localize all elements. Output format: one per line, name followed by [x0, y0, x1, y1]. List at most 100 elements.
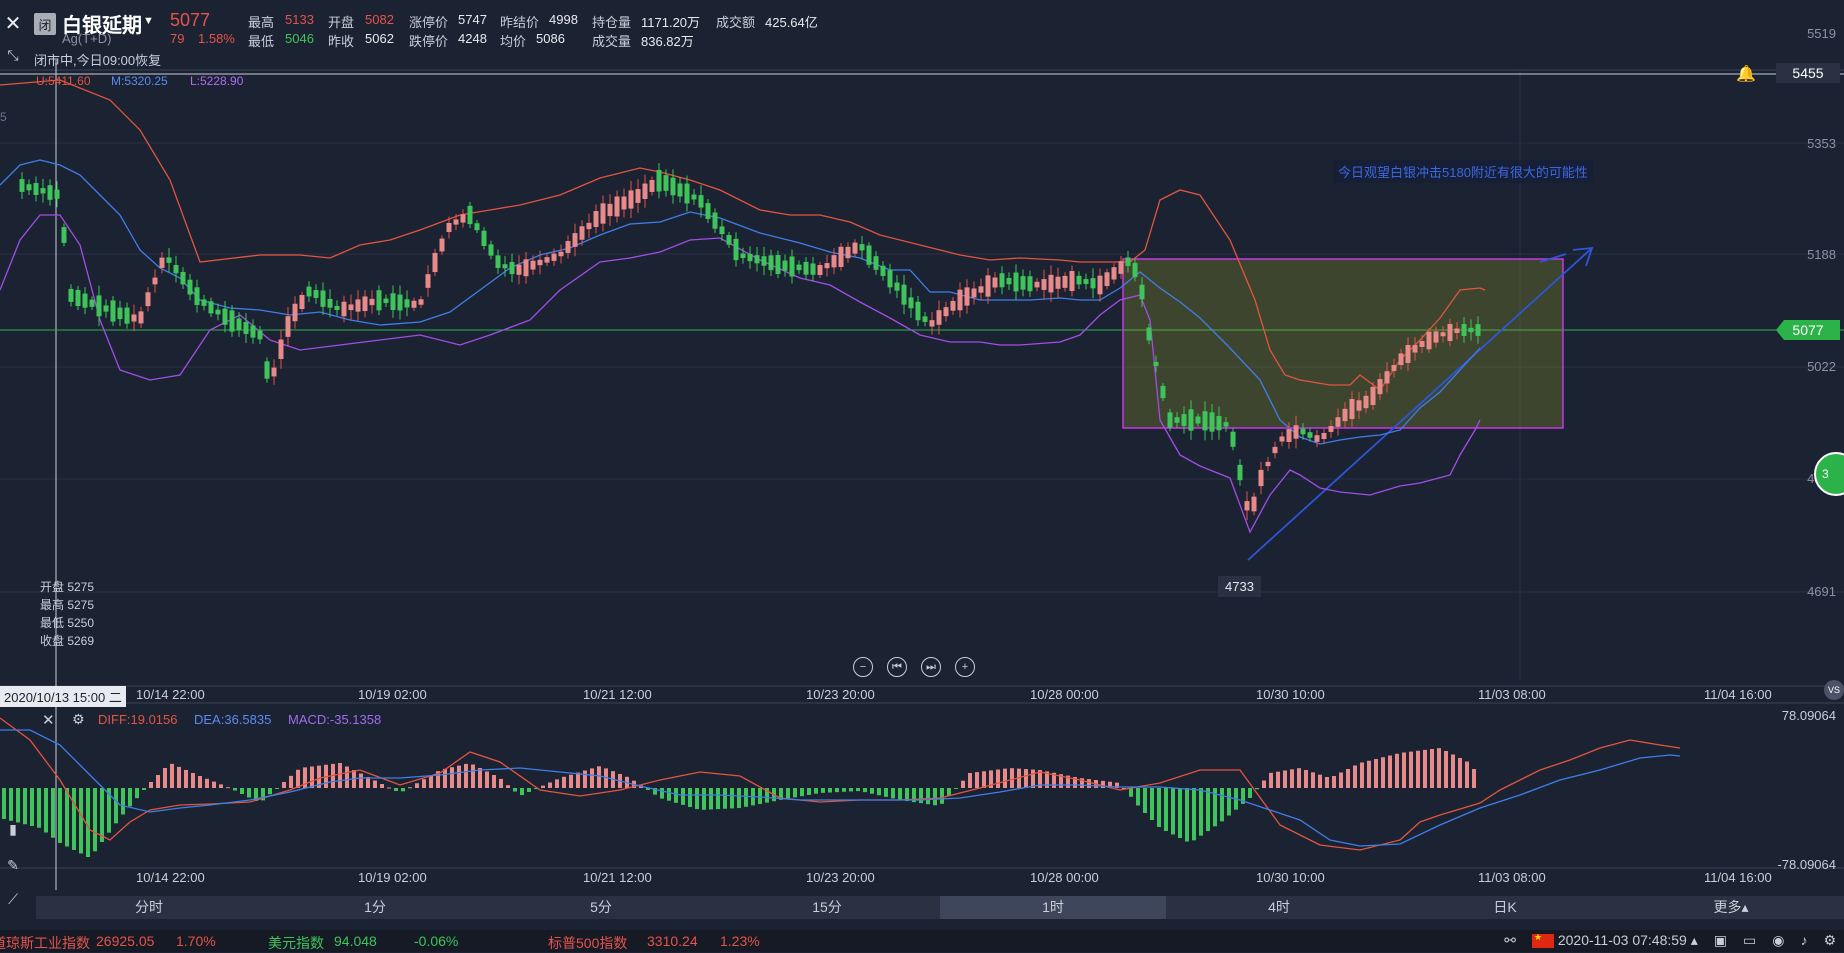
candle-type-icon[interactable]: ▮ — [2, 818, 24, 840]
candle-body — [719, 226, 725, 235]
network-icon[interactable]: ⚯ — [1504, 932, 1516, 949]
macd-bar — [660, 788, 664, 799]
candle-body — [1419, 341, 1425, 347]
candle-body — [187, 279, 193, 295]
jump-end-icon[interactable]: ⏭ — [921, 657, 941, 677]
compare-badge[interactable]: VS — [1824, 680, 1844, 700]
candle-body — [460, 214, 466, 223]
ticker-usd-name[interactable]: 美元指数 — [268, 933, 324, 953]
macd-bar — [1409, 751, 1413, 788]
macd-bar — [268, 788, 272, 795]
candle-body — [166, 257, 172, 263]
candle-body — [327, 298, 333, 308]
macd-bar — [1318, 774, 1322, 788]
macd-bar — [702, 788, 706, 810]
candle-body — [1349, 398, 1355, 420]
camera-icon[interactable]: ◉ — [1772, 932, 1784, 949]
mute-icon[interactable]: ♪ — [1800, 932, 1807, 949]
zoom-in-icon[interactable]: + — [955, 657, 975, 677]
x-axis-label: 10/21 12:00 — [583, 687, 652, 702]
pencil-icon[interactable]: ✎ — [2, 854, 24, 876]
layout-icon[interactable]: ▭ — [1743, 932, 1756, 949]
price-axis-label: 5188 — [1807, 247, 1836, 262]
candle-body — [1251, 496, 1257, 512]
candle-body — [334, 305, 340, 311]
macd-bar — [219, 784, 223, 788]
macd-bar — [1136, 788, 1140, 806]
macd-bar — [100, 788, 104, 842]
close-icon[interactable]: ✕ — [0, 10, 26, 36]
candle-body — [173, 264, 179, 274]
macd-bar — [877, 788, 881, 796]
tab-timeframe-more[interactable]: 更多▴ — [1618, 896, 1844, 919]
tab-timeframe-4h[interactable]: 4时 — [1166, 896, 1392, 919]
candle-body — [341, 301, 347, 317]
candle-body — [670, 177, 676, 196]
avg-value: 5086 — [536, 31, 565, 46]
tab-timeframe-tick[interactable]: 分时 — [36, 896, 262, 919]
fullscreen-icon[interactable]: ⤡ — [0, 44, 26, 66]
chart-annotation[interactable]: 今日观望白银冲击5180附近有很大的可能性 — [1333, 160, 1593, 183]
tab-timeframe-15m[interactable]: 15分 — [714, 896, 940, 919]
candle-body — [1146, 327, 1152, 341]
candle-body — [1300, 428, 1306, 435]
tab-timeframe-1h[interactable]: 1时 — [940, 896, 1166, 919]
macd-bar — [1451, 754, 1455, 788]
ticker-spx-name[interactable]: 标普500指数 — [548, 933, 627, 953]
candle-body — [1342, 408, 1348, 422]
tab-timeframe-1m[interactable]: 1分 — [262, 896, 488, 919]
candle-body — [789, 256, 795, 277]
candle-body — [642, 183, 648, 199]
candle-body — [439, 238, 445, 252]
tab-timeframe-daily[interactable]: 日K — [1392, 896, 1618, 919]
bell-icon[interactable]: 🔔 — [1736, 64, 1756, 84]
candle-body — [1328, 426, 1334, 432]
avg-label: 均价 — [500, 34, 527, 49]
ticker-dji-value: 26925.05 — [96, 933, 155, 949]
settings-icon[interactable]: ⚙ — [72, 711, 85, 728]
jump-start-icon[interactable]: ⏮ — [887, 657, 907, 677]
macd-bar — [933, 788, 937, 806]
settings-gear-icon[interactable]: ⚙ — [1823, 932, 1836, 949]
candle-body — [411, 300, 417, 308]
candle-body — [593, 211, 599, 227]
candle-body — [1244, 501, 1250, 511]
line-tool-icon[interactable]: ⟋ — [2, 888, 24, 910]
candle-body — [824, 263, 830, 269]
crosshair-date-label: 2020/10/13 15:00 二 — [0, 686, 126, 707]
macd-bar — [1262, 780, 1266, 788]
screen-icon[interactable]: ▣ — [1714, 932, 1727, 949]
macd-bar — [982, 771, 986, 788]
macd-bar — [394, 788, 398, 791]
macd-bar — [744, 788, 748, 807]
chevron-down-icon[interactable]: ▼ — [143, 15, 154, 27]
x-axis-label: 10/19 02:00 — [358, 687, 427, 702]
macd-bar — [401, 788, 405, 792]
candle-body — [740, 253, 746, 259]
candle-body — [33, 183, 39, 195]
candle-body — [82, 293, 88, 308]
macd-bar — [709, 788, 713, 810]
ohlc-open: 开盘 5275 — [40, 580, 95, 594]
macd-bar — [44, 788, 48, 833]
macd-bar — [1150, 788, 1154, 820]
chart-canvas[interactable] — [0, 0, 1844, 952]
candle-body — [635, 189, 641, 203]
candle-body — [999, 273, 1005, 288]
candle-body — [677, 183, 683, 197]
candle-body — [40, 188, 46, 194]
macd-bar — [758, 788, 762, 804]
ticker-dji-name[interactable]: 道琼斯工业指数 — [0, 933, 90, 953]
macd-bar — [443, 768, 447, 788]
macd-bar — [1003, 768, 1007, 788]
candle-body — [1405, 344, 1411, 364]
close-indicator-icon[interactable]: ✕ — [42, 711, 55, 729]
macd-bar — [569, 774, 573, 788]
tab-timeframe-5m[interactable]: 5分 — [488, 896, 714, 919]
macd-bar — [149, 782, 153, 788]
candle-body — [1398, 353, 1404, 366]
macd-bar — [1129, 788, 1133, 797]
macd-bar — [1458, 758, 1462, 788]
macd-bar — [289, 775, 293, 788]
zoom-out-icon[interactable]: − — [853, 657, 873, 677]
